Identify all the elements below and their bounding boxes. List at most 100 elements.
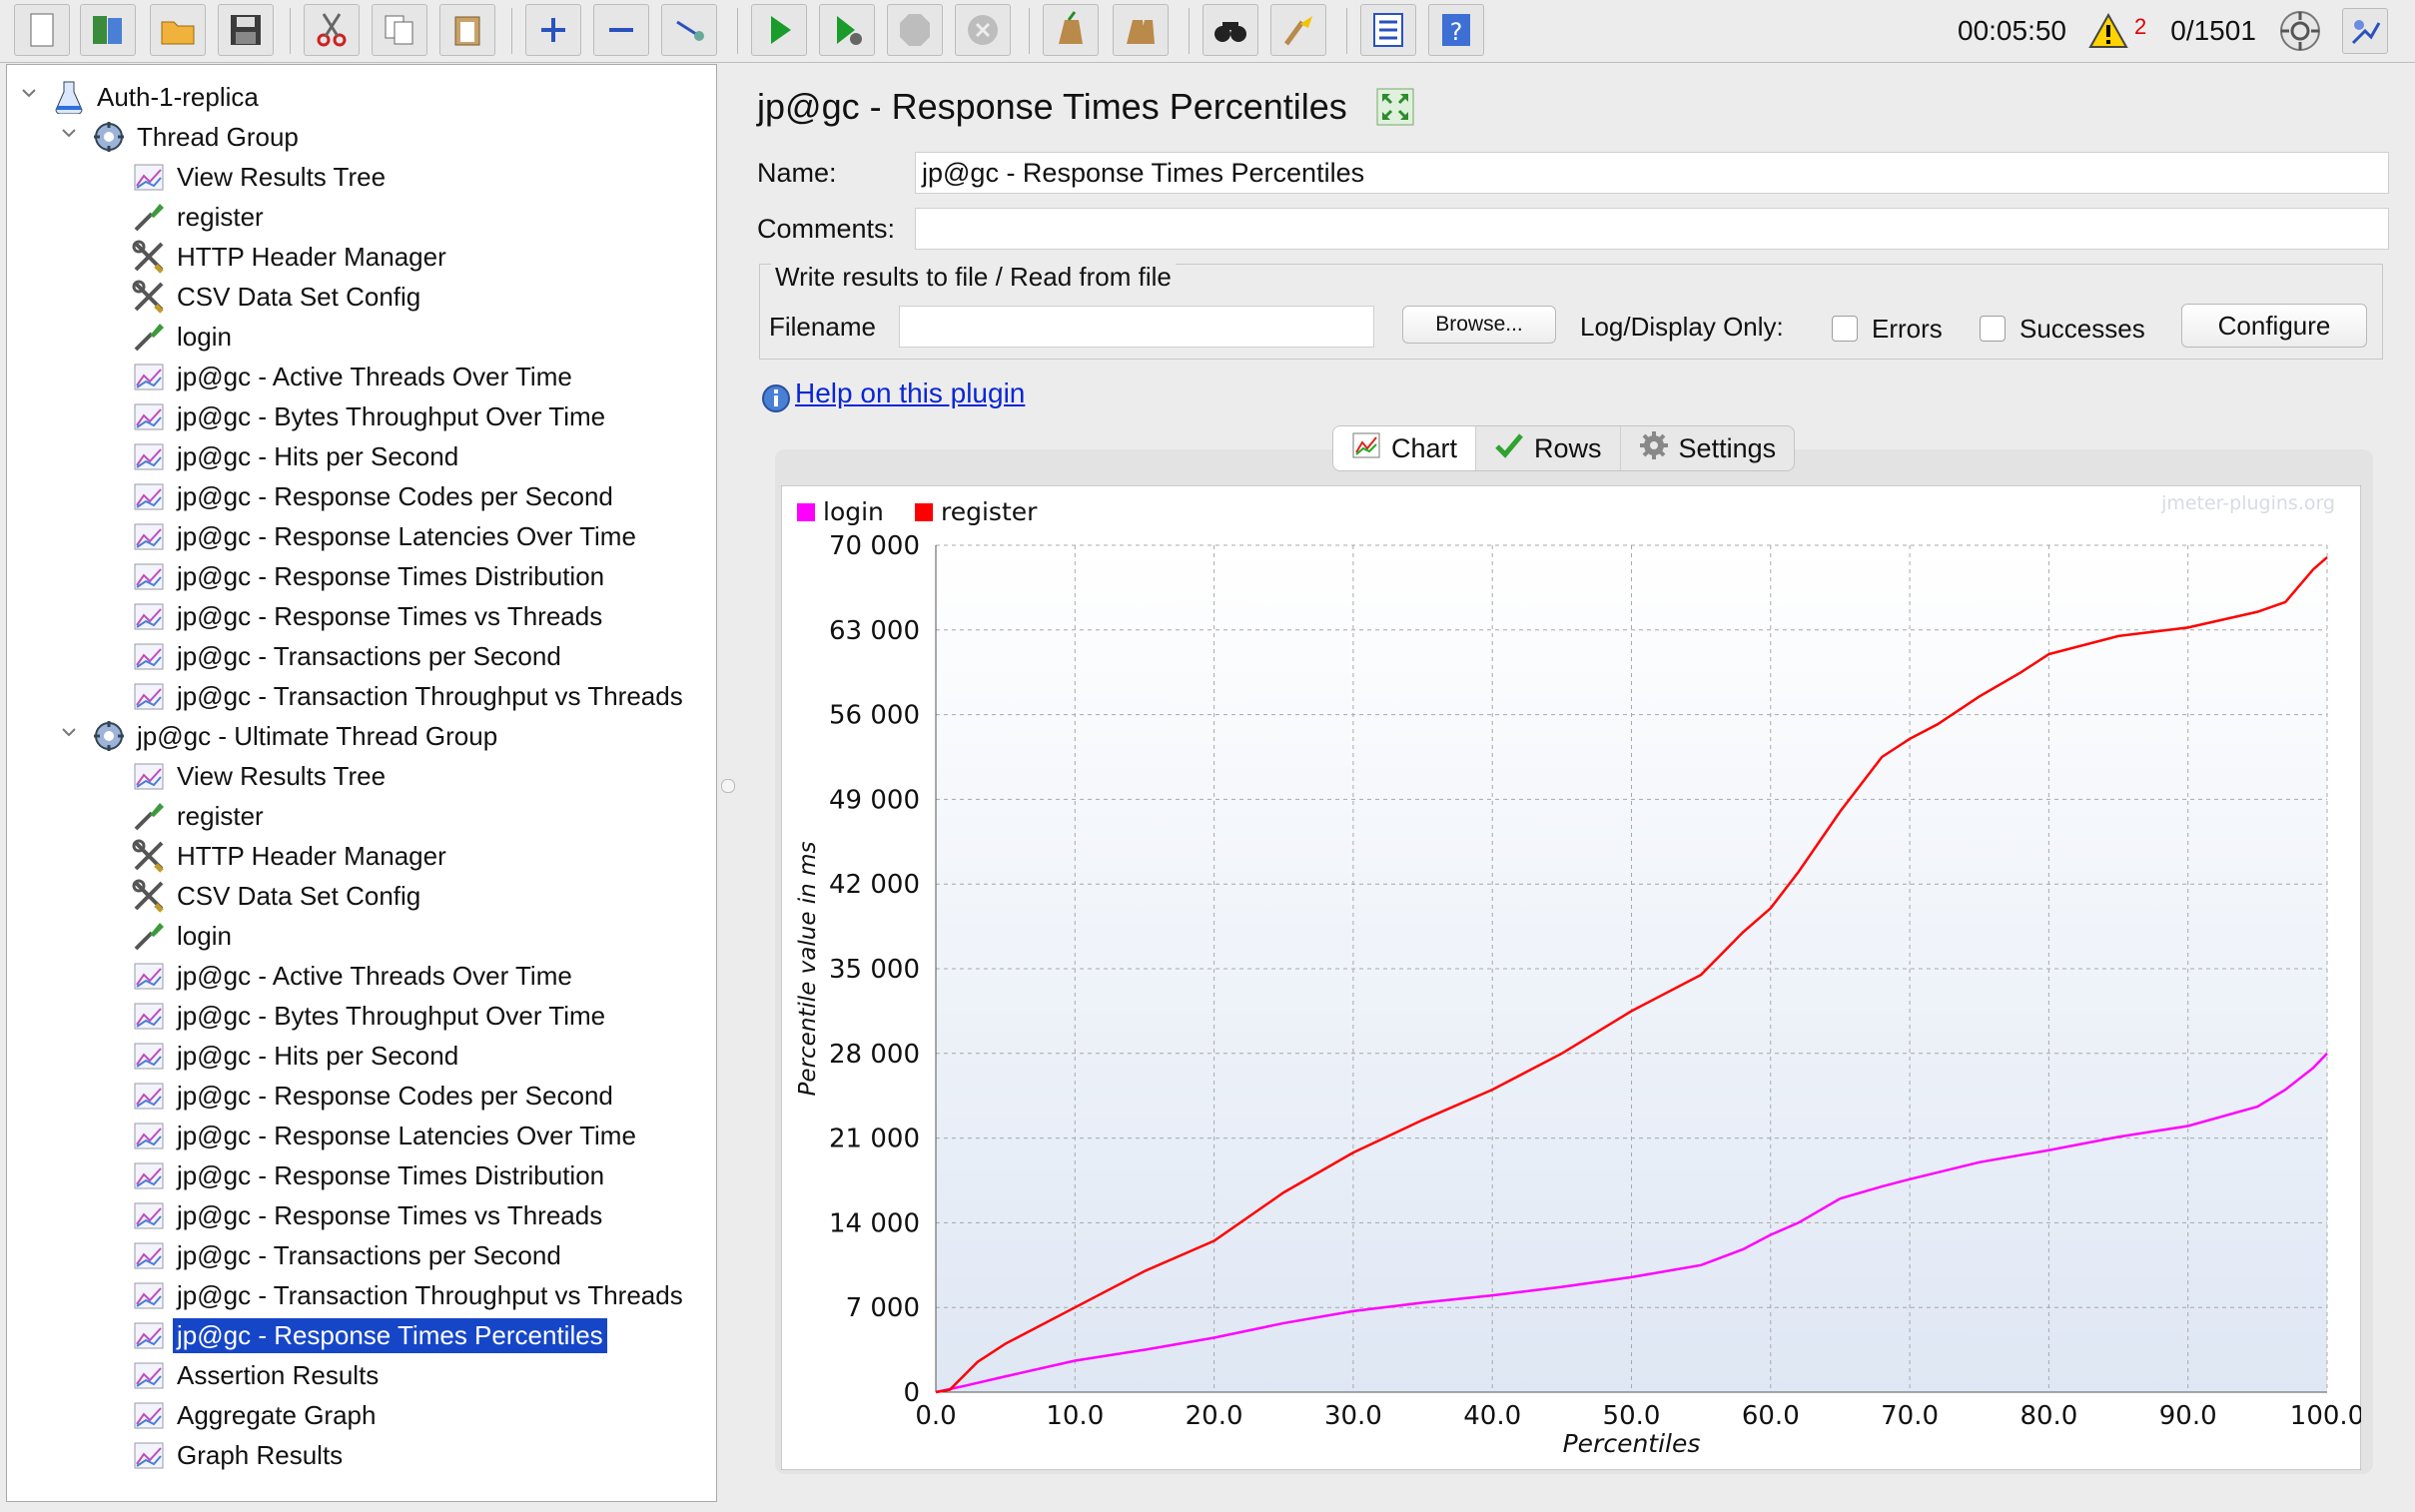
toggle-button[interactable]	[661, 4, 717, 56]
tree-node-thread-group[interactable]: Thread Group	[91, 117, 299, 157]
tree-node[interactable]: Assertion Results	[131, 1355, 379, 1395]
tree-node[interactable]: jp@gc - Response Latencies Over Time	[131, 1116, 636, 1155]
tree-node[interactable]: register	[131, 796, 264, 836]
log-viewer-icon[interactable]	[2341, 8, 2388, 54]
start-no-pauses-button[interactable]	[819, 4, 875, 56]
tree-node[interactable]: jp@gc - Response Times Distribution	[131, 556, 604, 596]
tree-node[interactable]: jp@gc - Response Times vs Threads	[131, 1195, 602, 1235]
tree-node[interactable]: Aggregate Graph	[131, 1395, 376, 1435]
tree-node-root[interactable]: Auth-1-replica	[51, 77, 259, 117]
start-button[interactable]	[751, 4, 807, 56]
legend-swatch	[915, 503, 933, 521]
tree-node-thread-group[interactable]: jp@gc - Ultimate Thread Group	[91, 716, 497, 756]
tree-node[interactable]: login	[131, 317, 232, 357]
copy-button[interactable]	[372, 4, 427, 56]
open-button[interactable]	[150, 4, 206, 56]
tree-node[interactable]: register	[131, 197, 264, 237]
comments-label: Comments:	[757, 214, 896, 244]
browse-button[interactable]: Browse...	[1402, 306, 1556, 344]
tree-node[interactable]: View Results Tree	[131, 756, 386, 796]
tree-node-label: Assertion Results	[177, 1359, 380, 1390]
thread-group-icon	[91, 119, 127, 155]
tree-node[interactable]: jp@gc - Response Times vs Threads	[131, 596, 602, 636]
clear-all-button[interactable]	[1113, 4, 1169, 56]
tree-node[interactable]: jp@gc - Transaction Throughput vs Thread…	[131, 1275, 683, 1315]
tree-node[interactable]: Graph Results	[131, 1435, 343, 1475]
listener-icon	[131, 558, 167, 594]
x-tick-label: 90.0	[2159, 1401, 2217, 1431]
tree-node[interactable]: CSV Data Set Config	[131, 277, 420, 317]
toolbar-separator	[1029, 8, 1030, 54]
x-tick-label: 50.0	[1603, 1401, 1661, 1431]
expand-toggle[interactable]	[17, 81, 41, 105]
checkmark-icon	[1494, 430, 1524, 467]
templates-button[interactable]	[80, 4, 136, 56]
tree-node-label: jp@gc - Transactions per Second	[177, 640, 561, 671]
reset-search-button[interactable]	[1270, 4, 1326, 56]
warning-icon[interactable]	[2088, 13, 2128, 49]
tree-node[interactable]: jp@gc - Response Latencies Over Time	[131, 516, 636, 556]
tree-node-label: CSV Data Set Config	[177, 880, 421, 911]
tree-node[interactable]: jp@gc - Bytes Throughput Over Time	[131, 396, 605, 436]
tab-chart[interactable]: Chart	[1333, 426, 1477, 470]
tree-node[interactable]: jp@gc - Hits per Second	[131, 1036, 458, 1076]
stop-button[interactable]	[887, 4, 943, 56]
file-fieldset-legend: Write results to file / Read from file	[771, 262, 1176, 293]
clear-button[interactable]	[1043, 4, 1099, 56]
tree-node[interactable]: jp@gc - Transactions per Second	[131, 636, 561, 676]
tree-node[interactable]: HTTP Header Manager	[131, 237, 446, 277]
tree-node-label: View Results Tree	[177, 760, 387, 791]
expand-window-icon[interactable]	[1376, 88, 1414, 126]
expand-toggle[interactable]	[57, 720, 81, 744]
tree-node[interactable]: jp@gc - Bytes Throughput Over Time	[131, 996, 605, 1036]
tree-node[interactable]: jp@gc - Response Codes per Second	[131, 476, 613, 516]
tree-node-label: View Results Tree	[177, 161, 387, 192]
tree-node-selected[interactable]: jp@gc - Response Times Percentiles	[131, 1315, 607, 1355]
comments-field[interactable]	[915, 208, 2389, 250]
help-button[interactable]: ?	[1428, 4, 1484, 56]
clear-icon	[1059, 11, 1083, 44]
search-button[interactable]	[1203, 4, 1258, 56]
collapse-icon	[609, 28, 633, 32]
tree-node[interactable]: HTTP Header Manager	[131, 836, 446, 876]
cut-button[interactable]	[304, 4, 360, 56]
function-helper-button[interactable]	[1360, 4, 1416, 56]
collapse-button[interactable]	[593, 4, 649, 56]
filename-input[interactable]	[899, 306, 1374, 348]
thread-group-icon	[91, 718, 127, 754]
expand-button[interactable]	[525, 4, 581, 56]
tab-settings[interactable]: Settings	[1621, 426, 1795, 470]
y-tick-label: 35 000	[829, 955, 920, 985]
new-button[interactable]	[14, 4, 70, 56]
tree-node[interactable]: jp@gc - Hits per Second	[131, 436, 458, 476]
name-field[interactable]: jp@gc - Response Times Percentiles	[915, 152, 2389, 194]
tree-node[interactable]: jp@gc - Active Threads Over Time	[131, 357, 572, 396]
tree-node[interactable]: jp@gc - Active Threads Over Time	[131, 956, 572, 996]
successes-checkbox[interactable]	[1980, 316, 2006, 342]
y-tick-label: 21 000	[829, 1125, 920, 1154]
configure-button[interactable]: Configure	[2181, 304, 2367, 348]
split-pane-divider[interactable]	[721, 779, 735, 793]
save-button[interactable]	[218, 4, 274, 56]
tree-node[interactable]: CSV Data Set Config	[131, 876, 420, 916]
x-tick-label: 70.0	[1881, 1401, 1939, 1431]
tree-node[interactable]: login	[131, 916, 232, 956]
errors-checkbox[interactable]	[1832, 316, 1858, 342]
x-tick-label: 80.0	[2019, 1401, 2077, 1431]
warning-count[interactable]: 2	[2134, 14, 2146, 40]
errors-label: Errors	[1872, 314, 1943, 344]
tree-node-label: login	[177, 321, 232, 352]
shutdown-button[interactable]	[955, 4, 1011, 56]
paste-button[interactable]	[439, 4, 495, 56]
tree-node[interactable]: jp@gc - Response Codes per Second	[131, 1076, 613, 1116]
expand-toggle[interactable]	[57, 121, 81, 145]
configure-button-label: Configure	[2217, 310, 2331, 341]
tree-node[interactable]: jp@gc - Response Times Distribution	[131, 1155, 604, 1195]
tree-node[interactable]: jp@gc - Transactions per Second	[131, 1235, 561, 1275]
tab-rows[interactable]: Rows	[1476, 426, 1621, 470]
listener-icon	[131, 1397, 167, 1433]
tree-node[interactable]: jp@gc - Transaction Throughput vs Thread…	[131, 676, 683, 716]
paste-icon	[454, 16, 480, 46]
tree-node[interactable]: View Results Tree	[131, 157, 386, 197]
help-link[interactable]: Help on this plugin	[795, 378, 1025, 409]
